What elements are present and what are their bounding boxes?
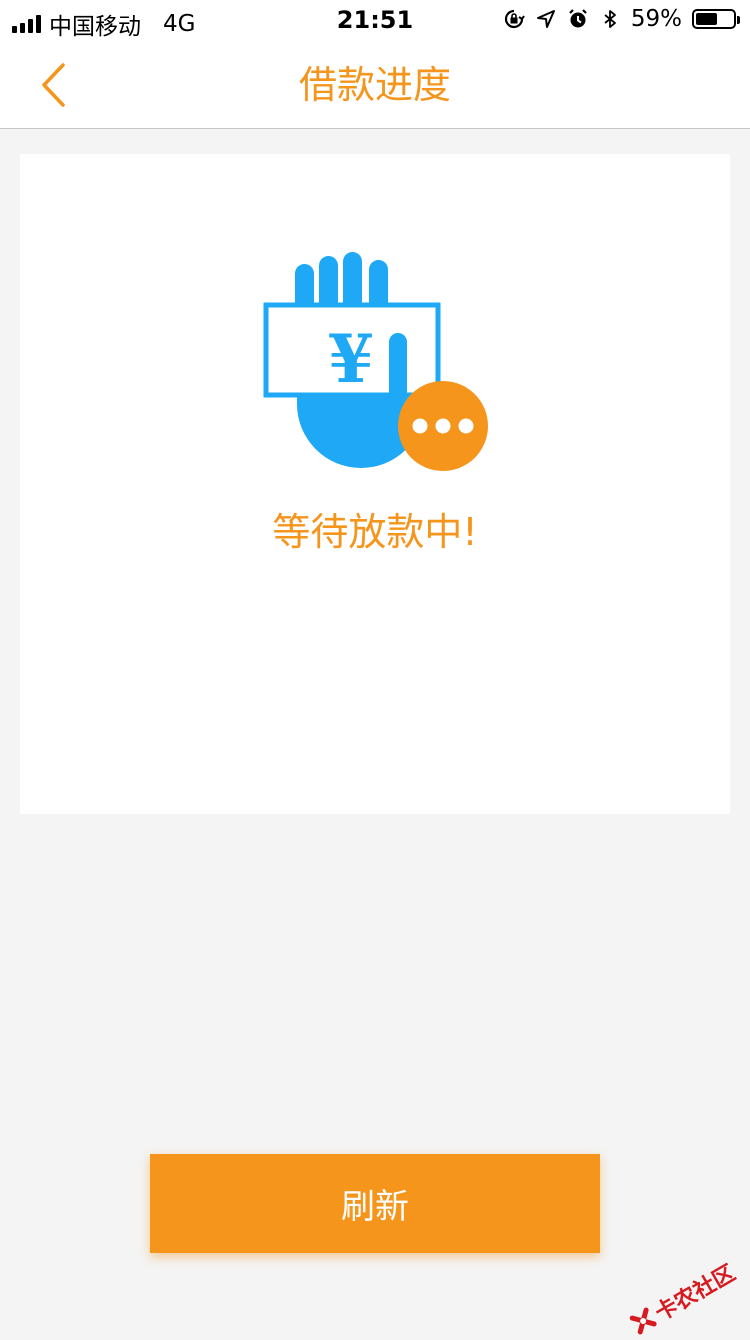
page-title: 借款进度 (298, 63, 451, 107)
refresh-button[interactable]: 刷新 (150, 1154, 600, 1253)
navigation-bar: 借款进度 (0, 42, 750, 129)
loan-status-text: 等待放款中! (272, 510, 478, 554)
location-icon (536, 10, 555, 28)
battery-percent: 59% (630, 6, 682, 32)
svg-text:¥: ¥ (328, 320, 374, 398)
battery-icon (692, 9, 740, 29)
orientation-lock-icon (504, 9, 525, 29)
watermark-text: 卡农社区 (651, 1260, 740, 1327)
battery-fill (696, 13, 718, 25)
bluetooth-icon (604, 10, 616, 28)
status-bar: 中国移动 4G 21:51 59% (0, 0, 750, 42)
status-bar-right: 59% (503, 6, 740, 32)
alarm-icon (569, 9, 587, 28)
loan-status-card: ¥ 等待放款中! (20, 154, 730, 814)
watermark: 卡农社区 (626, 1256, 741, 1340)
hand-holding-yuan-note-icon: ¥ (263, 252, 488, 471)
